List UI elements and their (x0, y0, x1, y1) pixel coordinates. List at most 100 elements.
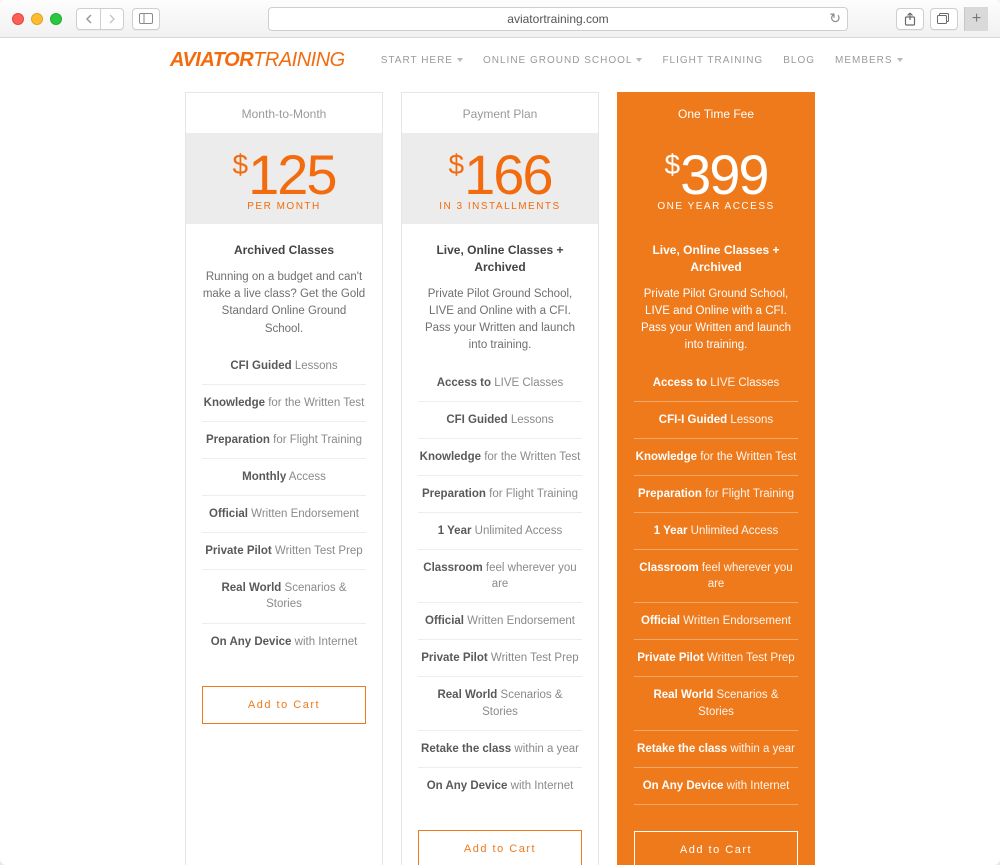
nav-item[interactable]: FLIGHT TRAINING (662, 55, 763, 66)
nav-item[interactable]: ONLINE GROUND SCHOOL (483, 55, 642, 66)
feature-text: with Internet (507, 780, 573, 792)
nav-label: FLIGHT TRAINING (662, 55, 763, 66)
feature-text: with Internet (723, 780, 789, 792)
price-amount: 166 (464, 147, 551, 203)
feature-text: LIVE Classes (491, 377, 563, 389)
feature-bold: Real World (221, 582, 281, 594)
feature-item: 1 Year Unlimited Access (634, 513, 798, 550)
feature-text: for Flight Training (270, 434, 362, 446)
tabs-button[interactable] (930, 8, 958, 30)
plan-description: Private Pilot Ground School, LIVE and On… (418, 286, 582, 355)
share-button[interactable] (896, 8, 924, 30)
feature-text: for the Written Test (481, 451, 580, 463)
feature-list: Access to LIVE ClassesCFI Guided Lessons… (418, 365, 582, 804)
feature-text: for the Written Test (697, 451, 796, 463)
plan-body: Live, Online Classes + Archived Private P… (618, 224, 814, 825)
feature-text: Unlimited Access (687, 525, 778, 537)
feature-bold: Knowledge (204, 397, 265, 409)
feature-bold: Monthly (242, 471, 286, 483)
feature-bold: Classroom (639, 562, 698, 574)
logo-thin: TRAINING (253, 49, 345, 71)
feature-bold: Preparation (422, 488, 486, 500)
feature-text: Written Endorsement (248, 508, 359, 520)
feature-item: Classroom feel wherever you are (418, 550, 582, 603)
feature-item: Retake the class within a year (634, 731, 798, 768)
plan-headline: Live, Online Classes + Archived (418, 242, 582, 276)
feature-bold: Access to (437, 377, 491, 389)
nav-label: ONLINE GROUND SCHOOL (483, 55, 632, 66)
currency-symbol: $ (448, 151, 464, 179)
plan-headline: Live, Online Classes + Archived (634, 242, 798, 276)
plan-price-box: $399ONE YEAR ACCESS (618, 133, 814, 224)
plan-body: Live, Online Classes + Archived Private P… (402, 224, 598, 824)
add-to-cart-button[interactable]: Add to Cart (634, 831, 798, 865)
feature-item: Preparation for Flight Training (634, 476, 798, 513)
sidebar-button[interactable] (132, 8, 160, 30)
pricing-plan: Month-to-Month$125PER MONTHArchived Clas… (185, 92, 383, 865)
feature-bold: CFI Guided (230, 360, 291, 372)
nav-item[interactable]: BLOG (783, 55, 815, 66)
feature-item: CFI Guided Lessons (202, 348, 366, 385)
add-to-cart-button[interactable]: Add to Cart (202, 686, 366, 724)
reload-icon[interactable]: ↻ (829, 10, 841, 27)
feature-item: Real World Scenarios & Stories (418, 677, 582, 730)
toolbar-right: + (896, 7, 988, 31)
feature-text: feel wherever you are (699, 562, 793, 590)
page-viewport[interactable]: AVIATORTRAINING START HERE ONLINE GROUND … (0, 38, 1000, 865)
pricing-plan: Payment Plan$166IN 3 INSTALLMENTSLive, O… (401, 92, 599, 865)
feature-bold: Private Pilot (205, 545, 271, 557)
address-bar[interactable]: aviatortraining.com ↻ (268, 7, 848, 31)
feature-item: Private Pilot Written Test Prep (418, 640, 582, 677)
plan-price-box: $166IN 3 INSTALLMENTS (402, 133, 598, 224)
feature-text: Written Test Prep (704, 652, 795, 664)
nav-item[interactable]: START HERE (381, 55, 463, 66)
feature-text: for Flight Training (486, 488, 578, 500)
main-nav: START HERE ONLINE GROUND SCHOOL FLIGHT TRA… (381, 55, 903, 66)
feature-item: On Any Device with Internet (634, 768, 798, 805)
feature-text: with Internet (291, 636, 357, 648)
feature-text: Access (286, 471, 326, 483)
close-window-icon[interactable] (12, 13, 24, 25)
add-to-cart-button[interactable]: Add to Cart (418, 830, 582, 865)
plan-description: Running on a budget and can't make a liv… (202, 269, 366, 338)
price-amount: 125 (248, 147, 335, 203)
maximize-window-icon[interactable] (50, 13, 62, 25)
feature-text: Lessons (508, 414, 554, 426)
feature-item: Retake the class within a year (418, 731, 582, 768)
feature-item: Real World Scenarios & Stories (634, 677, 798, 730)
plan-headline: Archived Classes (202, 242, 366, 259)
back-button[interactable] (76, 8, 100, 30)
feature-bold: Real World (653, 689, 713, 701)
nav-label: START HERE (381, 55, 453, 66)
feature-item: Knowledge for the Written Test (202, 385, 366, 422)
nav-back-forward (76, 8, 124, 30)
feature-item: Preparation for Flight Training (418, 476, 582, 513)
feature-bold: Retake the class (421, 743, 511, 755)
feature-item: Access to LIVE Classes (634, 365, 798, 402)
feature-item: Private Pilot Written Test Prep (202, 533, 366, 570)
feature-bold: Retake the class (637, 743, 727, 755)
price-amount: 399 (680, 147, 767, 203)
minimize-window-icon[interactable] (31, 13, 43, 25)
chevron-down-icon (457, 58, 463, 62)
nav-item[interactable]: MEMBERS (835, 55, 903, 66)
plan-description: Private Pilot Ground School, LIVE and On… (634, 286, 798, 355)
site-logo[interactable]: AVIATORTRAINING (170, 49, 345, 72)
new-tab-button[interactable]: + (964, 7, 988, 31)
feature-text: Lessons (292, 360, 338, 372)
feature-item: Knowledge for the Written Test (634, 439, 798, 476)
feature-item: Private Pilot Written Test Prep (634, 640, 798, 677)
feature-text: Written Test Prep (272, 545, 363, 557)
nav-label: MEMBERS (835, 55, 893, 66)
feature-bold: Official (209, 508, 248, 520)
plan-title: Month-to-Month (186, 93, 382, 133)
feature-item: Knowledge for the Written Test (418, 439, 582, 476)
chevron-down-icon (636, 58, 642, 62)
browser-toolbar: aviatortraining.com ↻ + (0, 0, 1000, 38)
feature-bold: Official (641, 615, 680, 627)
logo-bold: AVIATOR (170, 49, 253, 71)
feature-text: feel wherever you are (483, 562, 577, 590)
price-subtitle: IN 3 INSTALLMENTS (402, 201, 598, 212)
feature-item: Classroom feel wherever you are (634, 550, 798, 603)
forward-button[interactable] (100, 8, 124, 30)
